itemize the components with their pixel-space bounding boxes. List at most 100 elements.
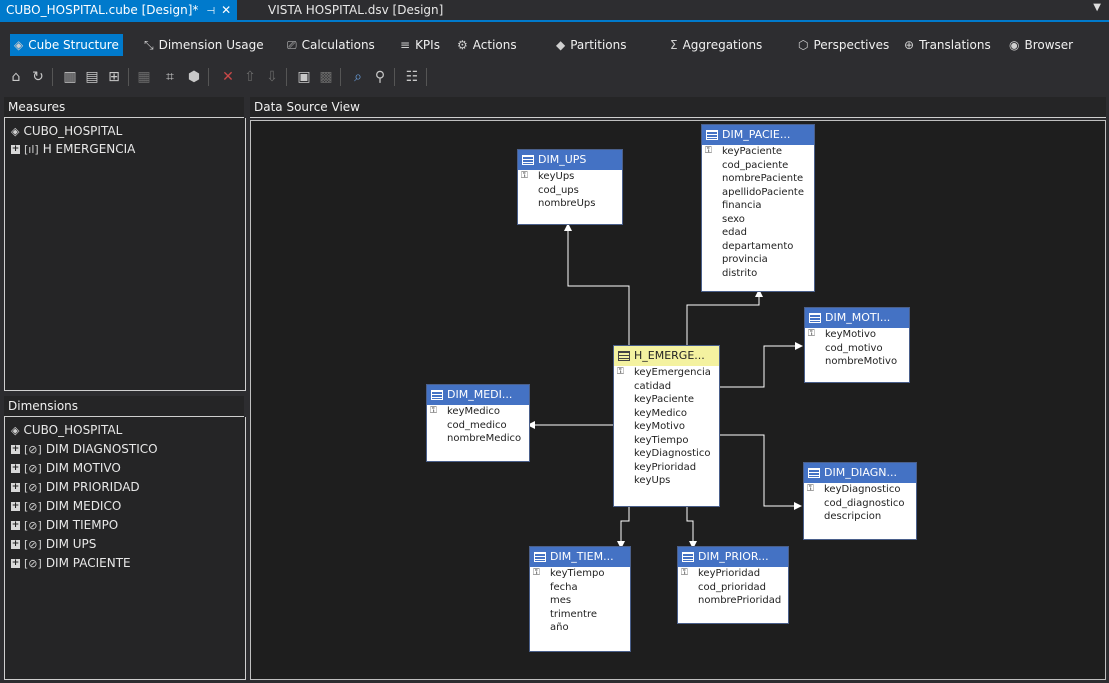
table-column-key[interactable]: ⚿ keyTiempo [530, 567, 630, 581]
tab-calculations[interactable]: ⎚ Calculations [283, 34, 379, 56]
table-header[interactable]: DIM_UPS [518, 150, 622, 170]
delete-icon[interactable]: ✕ [218, 67, 238, 87]
table-column[interactable]: cod_prioridad [678, 581, 788, 595]
find-icon[interactable]: ⚲ [370, 67, 390, 87]
expand-icon[interactable]: + [11, 540, 20, 549]
tab-cube-design[interactable]: CUBO_HOSPITAL.cube [Design]* ⊣ ✕ [0, 0, 238, 20]
table-header[interactable]: DIM_MEDI... [427, 385, 529, 405]
show-measure-groups-icon[interactable]: ▥ [60, 67, 80, 87]
move-down-icon[interactable]: ⇩ [262, 67, 282, 87]
table-column[interactable]: nombreMotivo [805, 355, 909, 369]
table-column[interactable]: catidad [614, 380, 719, 394]
table-column-key[interactable]: ⚿ keyMedico [427, 405, 529, 419]
dimension-item[interactable]: + [⊘] DIM PRIORIDAD [11, 478, 140, 496]
table-column[interactable]: nombrePaciente [702, 172, 814, 186]
tab-perspectives[interactable]: ⬡ Perspectives [794, 34, 893, 56]
table-column[interactable]: nombrePrioridad [678, 594, 788, 608]
dimensions-root[interactable]: ◈ CUBO_HOSPITAL [11, 421, 122, 439]
table-header[interactable]: DIM_DIAGN... [804, 463, 916, 483]
tab-cube-structure[interactable]: ◈ Cube Structure [10, 34, 123, 56]
table-column[interactable]: mes [530, 594, 630, 608]
table-column[interactable]: keyPrioridad [614, 461, 719, 475]
expand-icon[interactable]: + [11, 145, 20, 154]
add-dimension-icon[interactable]: ⬢ [184, 67, 204, 87]
table-h-emergencia[interactable]: H_EMERGE... ⚿ keyEmergencia catidad keyPa… [613, 345, 720, 507]
table-column[interactable]: cod_medico [427, 419, 529, 433]
move-up-icon[interactable]: ⇧ [240, 67, 260, 87]
dimension-item[interactable]: + [⊘] DIM MOTIVO [11, 459, 121, 477]
tab-aggregations[interactable]: Σ Aggregations [666, 34, 766, 56]
table-column[interactable]: cod_paciente [702, 159, 814, 173]
measure-group-h-emergencia[interactable]: + [ıl] H EMERGENCIA [11, 140, 135, 158]
tab-kpis[interactable]: ≡ KPIs [396, 34, 444, 56]
table-column[interactable]: año [530, 621, 630, 635]
tab-dsv-design[interactable]: VISTA HOSPITAL.dsv [Design] [262, 0, 449, 20]
table-column-key[interactable]: ⚿ keyEmergencia [614, 366, 719, 380]
table-header[interactable]: DIM_TIEM... [530, 547, 630, 567]
table-column[interactable]: apellidoPaciente [702, 186, 814, 200]
dsv-diagram-canvas[interactable]: DIM_UPS ⚿ keyUps cod_ups nombreUps DIM_PA… [250, 120, 1106, 680]
table-column[interactable]: departamento [702, 240, 814, 254]
table-column[interactable]: nombreMedico [427, 432, 529, 446]
expand-icon[interactable]: + [11, 502, 20, 511]
table-header[interactable]: DIM_MOTI... [805, 308, 909, 328]
table-column[interactable]: cod_motivo [805, 342, 909, 356]
table-column-key[interactable]: ⚿ keyPaciente [702, 145, 814, 159]
dimension-item[interactable]: + [⊘] DIM PACIENTE [11, 554, 131, 572]
expand-icon[interactable]: + [11, 483, 20, 492]
explore-data-icon[interactable]: ⌕ [348, 67, 368, 87]
add-table-icon[interactable]: ⌗ [160, 67, 180, 87]
dimension-item[interactable]: + [⊘] DIM UPS [11, 535, 96, 553]
table-header[interactable]: DIM_PACIE... [702, 125, 814, 145]
table-column[interactable]: fecha [530, 581, 630, 595]
table-column[interactable]: cod_diagnostico [804, 497, 916, 511]
close-icon[interactable]: ✕ [221, 3, 231, 17]
chevron-down-icon[interactable]: ▼ [1093, 2, 1101, 13]
grid-view-icon[interactable]: ⊞ [104, 67, 124, 87]
zoom-fit-icon[interactable]: ▩ [316, 67, 336, 87]
table-column[interactable]: provincia [702, 253, 814, 267]
dimension-item[interactable]: + [⊘] DIM MEDICO [11, 497, 121, 515]
diagram-icon[interactable]: ▣ [294, 67, 314, 87]
tab-browser[interactable]: ◉ Browser [1005, 34, 1077, 56]
table-column[interactable]: sexo [702, 213, 814, 227]
table-column[interactable]: financia [702, 199, 814, 213]
expand-icon[interactable]: + [11, 464, 20, 473]
table-header[interactable]: H_EMERGE... [614, 346, 719, 366]
table-column[interactable]: descripcion [804, 510, 916, 524]
tab-dimension-usage[interactable]: ⤡ Dimension Usage [140, 34, 268, 56]
measures-root[interactable]: ◈ CUBO_HOSPITAL [11, 122, 122, 140]
new-measure-icon[interactable]: ▦ [134, 67, 154, 87]
table-column[interactable]: cod_ups [518, 184, 622, 198]
tab-partitions[interactable]: ◆ Partitions [552, 34, 631, 56]
table-column[interactable]: nombreUps [518, 197, 622, 211]
table-column-key[interactable]: ⚿ keyUps [518, 170, 622, 184]
table-dim-medico[interactable]: DIM_MEDI... ⚿ keyMedico cod_medico nombre… [426, 384, 530, 462]
table-dim-tiempo[interactable]: DIM_TIEM... ⚿ keyTiempo fecha mes triment… [529, 546, 631, 652]
table-dim-ups[interactable]: DIM_UPS ⚿ keyUps cod_ups nombreUps [517, 149, 623, 225]
table-column[interactable]: keyTiempo [614, 434, 719, 448]
table-column[interactable]: distrito [702, 267, 814, 281]
table-dim-paciente[interactable]: DIM_PACIE... ⚿ keyPaciente cod_paciente n… [701, 124, 815, 292]
show-dimensions-icon[interactable]: ▤ [82, 67, 102, 87]
table-column[interactable]: keyPaciente [614, 393, 719, 407]
table-column-key[interactable]: ⚿ keyDiagnostico [804, 483, 916, 497]
refresh-icon[interactable]: ↻ [28, 67, 48, 87]
table-header[interactable]: DIM_PRIOR... [678, 547, 788, 567]
pin-icon[interactable]: ⊣ [206, 6, 215, 17]
table-dim-prioridad[interactable]: DIM_PRIOR... ⚿ keyPrioridad cod_prioridad… [677, 546, 789, 624]
process-icon[interactable]: ⌂ [6, 67, 26, 87]
arrange-tables-icon[interactable]: ☷ [402, 67, 422, 87]
expand-icon[interactable]: + [11, 521, 20, 530]
table-column[interactable]: keyMotivo [614, 420, 719, 434]
expand-icon[interactable]: + [11, 445, 20, 454]
table-column[interactable]: keyDiagnostico [614, 447, 719, 461]
table-dim-diagnostico[interactable]: DIM_DIAGN... ⚿ keyDiagnostico cod_diagnos… [803, 462, 917, 540]
table-column-key[interactable]: ⚿ keyPrioridad [678, 567, 788, 581]
table-column[interactable]: keyUps [614, 474, 719, 488]
dimension-item[interactable]: + [⊘] DIM DIAGNOSTICO [11, 440, 158, 458]
table-column[interactable]: trimentre [530, 608, 630, 622]
dimension-item[interactable]: + [⊘] DIM TIEMPO [11, 516, 118, 534]
tab-translations[interactable]: ⊕ Translations [900, 34, 995, 56]
tab-actions[interactable]: ⚙ Actions [453, 34, 521, 56]
